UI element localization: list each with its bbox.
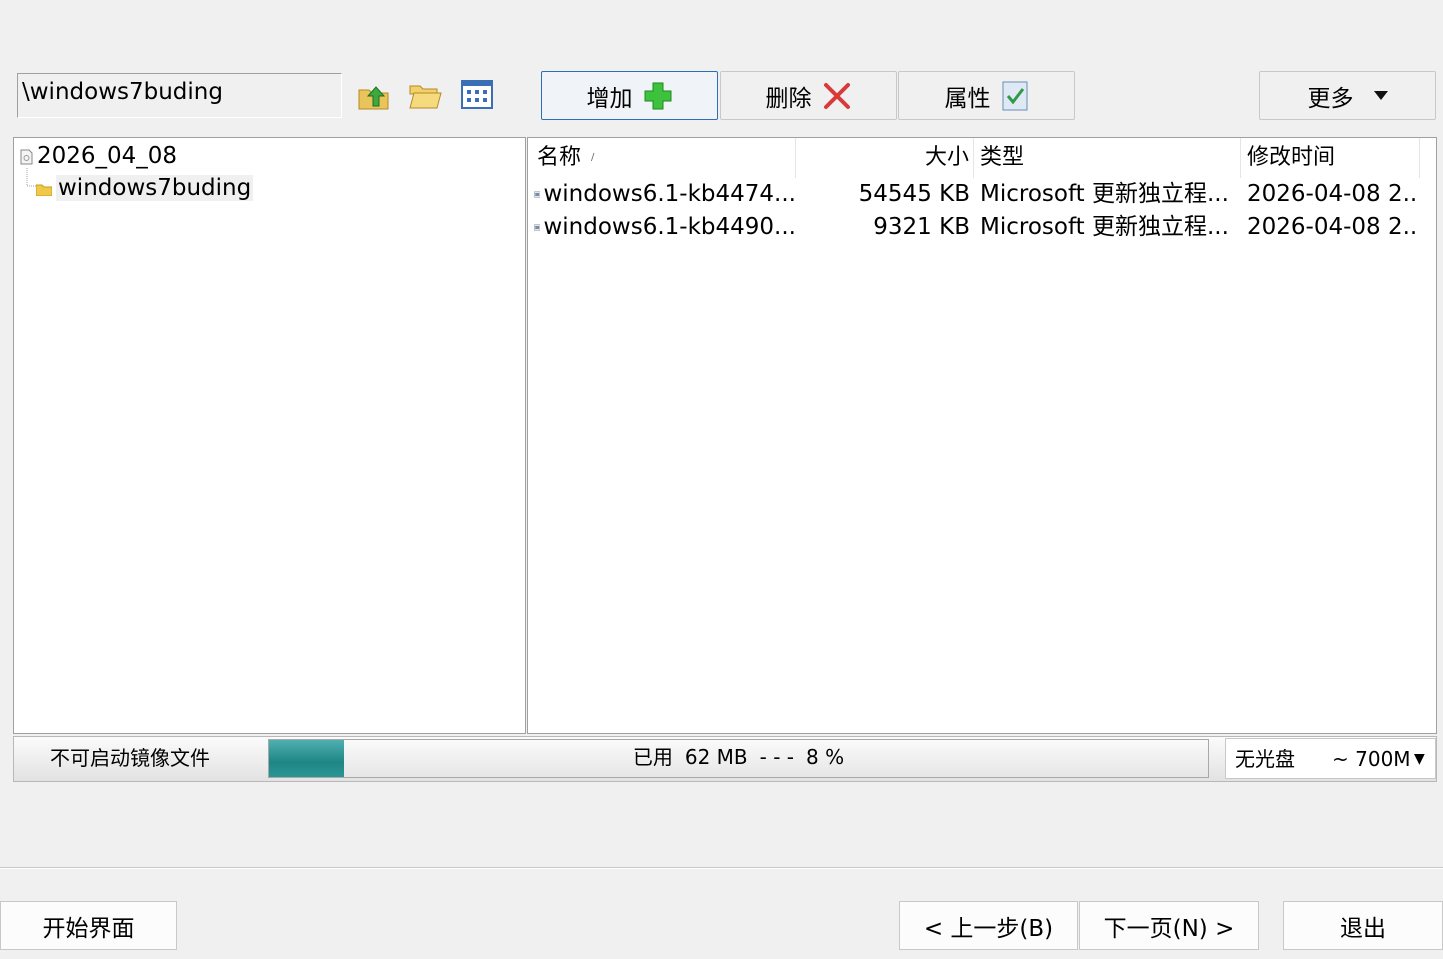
disc-type-label: 无光盘 [1235,747,1295,771]
tree-item-windows7buding[interactable]: windows7buding [35,172,254,204]
image-status-label: 不可启动镜像文件 [50,746,210,770]
column-header-type[interactable]: 类型 [974,138,1241,178]
add-button-label: 增加 [586,85,633,112]
path-field[interactable]: \windows7buding [17,73,342,118]
table-row[interactable]: windows6.1-kb4490... 9321 KB Microsoft 更… [528,211,1418,244]
delete-x-icon [823,82,850,109]
start-screen-button[interactable]: 开始界面 [0,901,177,950]
folder-tree[interactable]: 2026_04_08 windows7buding [13,137,526,734]
status-bar: 不可启动镜像文件 已用 62 MB - - -8 % 无光盘 ~ 700M ▼ [13,736,1437,782]
file-type: Microsoft 更新独立程... [980,181,1229,207]
previous-step-button[interactable]: < 上一步(B) [899,901,1078,950]
file-name: windows6.1-kb4490... [543,214,796,240]
next-page-button[interactable]: 下一页(N) > [1079,901,1259,950]
file-size: 54545 KB [858,181,970,207]
delete-button-label: 删除 [765,85,812,112]
tree-item-root[interactable]: 2026_04_08 [20,140,177,172]
divider [0,867,1443,869]
tree-root-label: 2026_04_08 [37,143,178,169]
folder-icon [35,184,53,197]
exit-button[interactable]: 退出 [1283,901,1443,950]
file-list[interactable]: 名称 / 大小 类型 修改时间 windows6.1-kb4474... 5454… [527,137,1437,734]
properties-icon [1002,81,1027,110]
tree-child-label: windows7buding [56,175,254,201]
update-file-icon [534,224,541,231]
file-name: windows6.1-kb4474... [543,181,796,207]
progress-text: 已用 62 MB - - -8 % [632,745,845,769]
disc-usage-progress: 已用 62 MB - - -8 % [268,739,1209,778]
properties-button-label: 属性 [944,85,991,112]
disc-image-icon [20,149,33,165]
column-header-size[interactable]: 大小 [796,138,974,178]
file-modified: 2026-04-08 2... [1247,214,1417,240]
file-modified: 2026-04-08 2... [1247,181,1417,207]
more-button-label: 更多 [1307,85,1354,112]
column-header-modified[interactable]: 修改时间 [1241,138,1420,178]
more-button[interactable]: 更多 [1259,71,1436,120]
dropdown-caret-icon [1373,90,1388,100]
update-file-icon [534,191,541,198]
add-button[interactable]: 增加 [541,71,718,120]
file-type: Microsoft 更新独立程... [980,214,1229,240]
sort-indicator-icon: / [591,152,595,163]
view-grid-icon[interactable] [460,78,494,112]
folder-open-icon[interactable] [408,78,442,112]
file-size: 9321 KB [873,214,970,240]
folder-up-icon[interactable] [357,78,391,112]
disc-size-select[interactable]: 无光盘 ~ 700M ▼ [1225,738,1436,779]
add-plus-icon [644,82,671,109]
properties-button[interactable]: 属性 [898,71,1075,120]
column-header-name[interactable]: 名称 / [528,138,796,178]
chevron-down-icon: ▼ [1414,751,1425,767]
table-row[interactable]: windows6.1-kb4474... 54545 KB Microsoft … [528,178,1418,211]
delete-button[interactable]: 删除 [720,71,897,120]
disc-size-value: ~ 700M [1332,747,1411,771]
